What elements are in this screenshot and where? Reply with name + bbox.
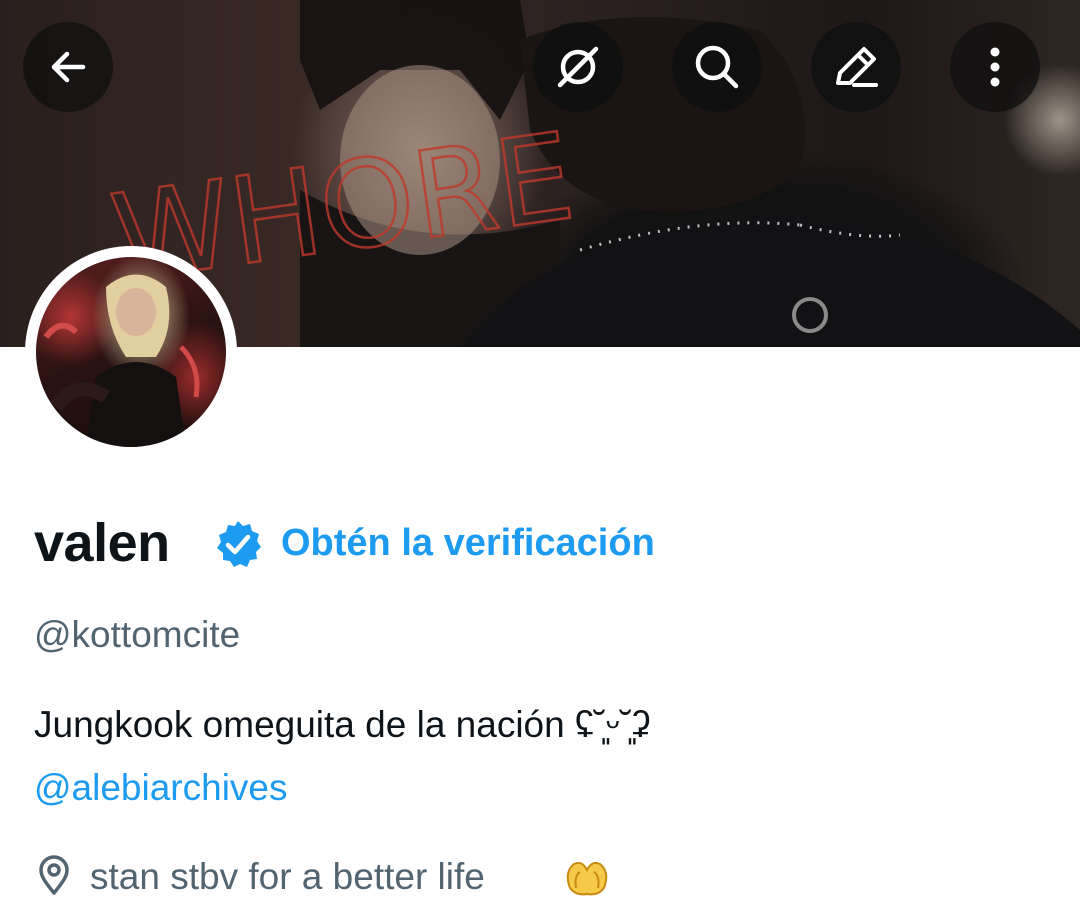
grok-icon bbox=[557, 46, 599, 88]
edit-pencil-icon bbox=[836, 47, 878, 87]
display-name: valen bbox=[34, 513, 170, 573]
profile-bio: Jungkook omeguita de la nación ʢ˘͈ᵕ˘͈ʡ bbox=[34, 704, 651, 745]
search-button[interactable] bbox=[672, 22, 762, 112]
edit-button[interactable] bbox=[811, 22, 901, 112]
search-icon bbox=[695, 45, 739, 89]
more-vertical-icon bbox=[990, 47, 1000, 87]
back-button[interactable] bbox=[23, 22, 113, 112]
bio-mention-link[interactable]: @alebiarchives bbox=[34, 763, 288, 813]
profile-location: stan stbv for a better life bbox=[90, 856, 485, 897]
avatar[interactable] bbox=[36, 257, 226, 447]
more-options-button[interactable] bbox=[950, 22, 1040, 112]
grok-button[interactable] bbox=[533, 22, 623, 112]
verified-badge-icon[interactable] bbox=[212, 518, 264, 570]
get-verified-link[interactable]: Obtén la verificación bbox=[281, 518, 655, 568]
arrow-left-icon bbox=[51, 51, 86, 83]
heart-hands-icon bbox=[566, 861, 608, 896]
avatar-photo bbox=[43, 274, 200, 447]
location-pin-icon bbox=[39, 855, 69, 895]
profile-handle: @kottomcite bbox=[34, 614, 241, 655]
